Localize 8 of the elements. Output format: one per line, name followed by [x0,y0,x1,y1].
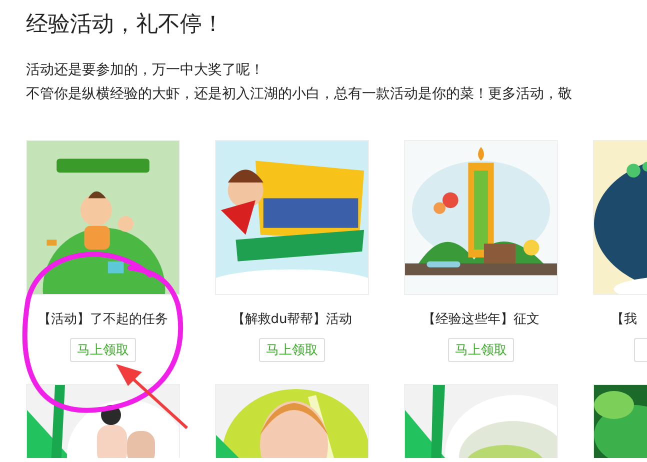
card-title[interactable]: 【解救du帮帮】活动 [232,311,352,329]
card-title[interactable]: 【活动】了不起的任务 [38,311,168,329]
card-title[interactable]: 【经验这些年】征文 [422,311,540,329]
annotation-arrow [116,364,188,430]
page-heading: 经验活动，礼不停！ [26,11,225,39]
intro-text: 活动还是要参加的，万一中大奖了呢！ [26,61,265,80]
intro-text: 不管你是纵横经验的大虾，还是初入江湖的小白，总有一款活动是你的菜！更多活动，敬 [26,85,573,104]
card-title[interactable]: 【我 [611,311,637,329]
